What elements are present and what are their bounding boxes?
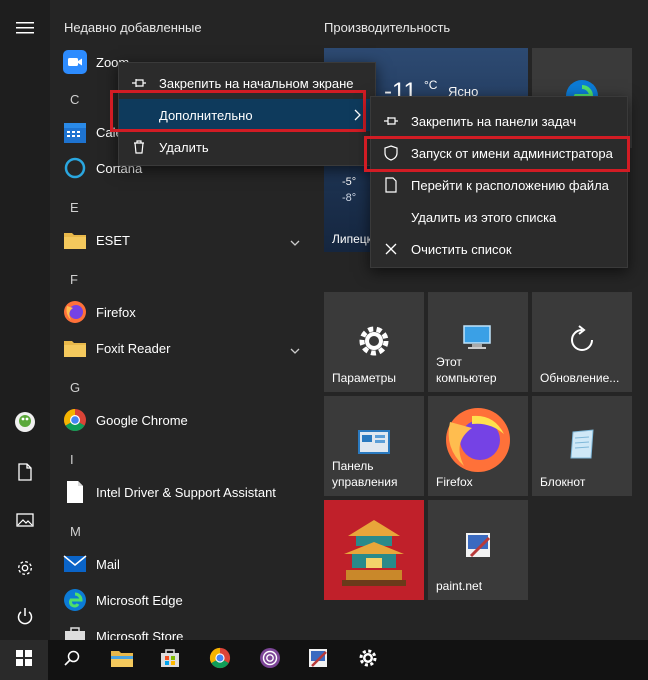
settings-gear-icon [358, 648, 378, 673]
refresh-icon [532, 324, 632, 356]
mail-icon [62, 551, 88, 577]
pictures-icon[interactable] [0, 500, 50, 540]
app-google-chrome[interactable]: Google Chrome [62, 404, 312, 436]
tile-control-panel[interactable]: Панель управления [324, 396, 424, 496]
app-foxit-reader[interactable]: Foxit Reader [62, 332, 312, 364]
submenu-item-open-location[interactable]: Перейти к расположению файла [371, 169, 627, 201]
highlight-box-run-as-admin [364, 136, 630, 172]
start-rail [0, 0, 50, 640]
menu-item-uninstall[interactable]: Удалить [119, 131, 375, 163]
control-panel-icon [324, 430, 424, 456]
hamburger-menu-icon[interactable] [0, 8, 50, 48]
weather-low: -8° [342, 192, 357, 204]
letter-header-g: G [70, 380, 81, 395]
store-icon [160, 648, 180, 673]
tile-paint-net[interactable]: paint.net [428, 500, 528, 600]
taskbar-tor-browser[interactable] [246, 640, 294, 680]
tile-update[interactable]: Обновление... [532, 292, 632, 392]
submenu: Закрепить на панели задач Запуск от имен… [370, 96, 628, 268]
notepad-icon [532, 428, 632, 460]
cortana-icon [62, 155, 88, 181]
weather-city: Липецк [332, 232, 372, 246]
chevron-down-icon[interactable] [290, 341, 300, 359]
settings-gear-icon[interactable] [0, 548, 50, 588]
chrome-icon [209, 647, 231, 674]
weather-high: -5° [342, 176, 357, 188]
trash-icon [119, 140, 159, 154]
chevron-down-icon[interactable] [290, 233, 300, 251]
app-intel-dsa[interactable]: Intel Driver & Support Assistant [62, 476, 312, 508]
taskbar-file-explorer[interactable] [98, 640, 146, 680]
letter-header-c: C [70, 92, 80, 107]
folder-icon [62, 335, 88, 361]
taskbar-store[interactable] [146, 640, 194, 680]
tile-this-pc[interactable]: Этот компьютер [428, 292, 528, 392]
app-eset[interactable]: ESET [62, 224, 312, 256]
weather-unit: °C [424, 78, 438, 92]
windows-logo-icon [16, 649, 32, 671]
firefox-icon [62, 299, 88, 325]
taskbar-paint-net[interactable] [294, 640, 342, 680]
taskbar-search[interactable] [48, 640, 96, 680]
file-location-icon [371, 177, 411, 193]
taskbar-chrome[interactable] [196, 640, 244, 680]
tiles-group-title: Производительность [324, 20, 451, 35]
user-avatar-icon[interactable] [0, 402, 50, 442]
app-firefox[interactable]: Firefox [62, 296, 312, 328]
calendar-icon [62, 119, 88, 145]
edge-icon [62, 587, 88, 613]
tile-notepad[interactable]: Блокнот [532, 396, 632, 496]
submenu-item-remove-from-list[interactable]: Удалить из этого списка [371, 201, 627, 233]
submenu-item-clear-list[interactable]: Очистить список [371, 233, 627, 265]
tile-game[interactable] [324, 500, 424, 600]
paint-net-icon [428, 530, 528, 560]
pin-icon [371, 115, 411, 127]
recently-added-header: Недавно добавленные [64, 20, 202, 35]
close-icon [371, 243, 411, 255]
settings-gear-icon [324, 324, 424, 358]
document-icon [62, 479, 88, 505]
submenu-item-pin-taskbar[interactable]: Закрепить на панели задач [371, 105, 627, 137]
start-button[interactable] [0, 640, 48, 680]
app-mail[interactable]: Mail [62, 548, 312, 580]
app-microsoft-store[interactable]: Microsoft Store [62, 620, 312, 640]
chrome-icon [62, 407, 88, 433]
pagoda-icon [324, 514, 424, 590]
app-microsoft-edge[interactable]: Microsoft Edge [62, 584, 312, 616]
search-icon [64, 650, 80, 671]
letter-header-f: F [70, 272, 78, 287]
folder-icon [62, 227, 88, 253]
letter-header-i: I [70, 452, 74, 467]
letter-header-m: M [70, 524, 81, 539]
tile-settings[interactable]: Параметры [324, 292, 424, 392]
tile-firefox[interactable]: Firefox [428, 396, 528, 496]
letter-header-e: E [70, 200, 79, 215]
taskbar-settings[interactable] [344, 640, 392, 680]
store-icon [62, 623, 88, 640]
pin-icon [119, 77, 159, 89]
tor-icon [259, 647, 281, 674]
firefox-icon [428, 404, 528, 476]
file-explorer-icon [110, 648, 134, 673]
zoom-icon [62, 49, 88, 75]
highlight-box-more [110, 90, 366, 132]
computer-icon [458, 324, 528, 352]
paint-net-icon [307, 647, 329, 674]
power-icon[interactable] [0, 596, 50, 636]
taskbar [0, 640, 648, 680]
documents-icon[interactable] [0, 452, 50, 492]
